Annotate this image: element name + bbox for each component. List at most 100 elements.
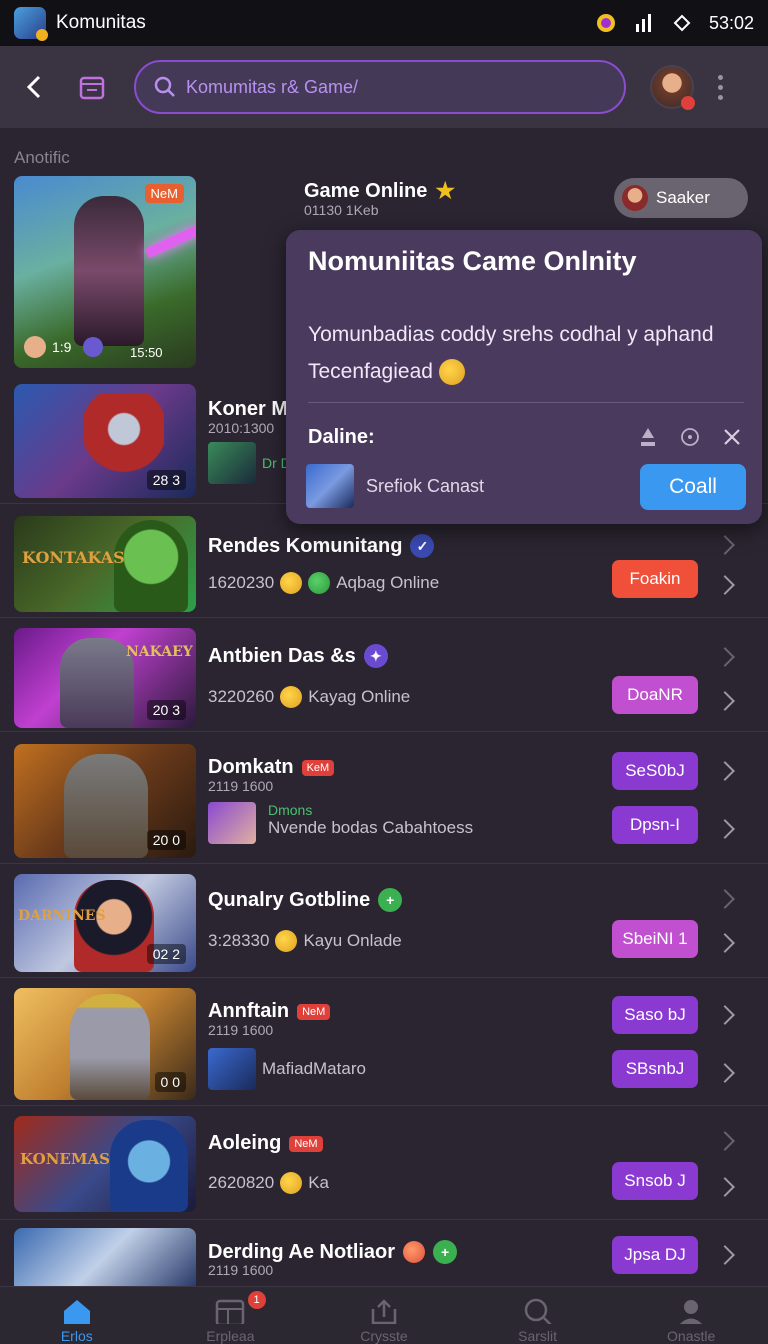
top-header xyxy=(0,46,768,128)
emoji-icon xyxy=(280,572,303,594)
popup-label: Daline: xyxy=(308,426,375,448)
emoji-icon xyxy=(403,1241,426,1263)
row-thumbnail: 20 0 xyxy=(14,744,196,858)
more-menu-button[interactable] xyxy=(716,74,724,100)
chevron-right-icon[interactable] xyxy=(715,933,735,953)
new-badge: NeM xyxy=(289,1135,323,1152)
plus-icon: + xyxy=(378,888,403,912)
chevron-right-icon[interactable] xyxy=(715,1177,735,1197)
nav-search[interactable]: Sarslit xyxy=(461,1287,615,1344)
row-meta-text: Aqbag Online xyxy=(336,573,440,592)
row-thumbnail: NAKAEY 20 3 xyxy=(14,628,196,728)
chevron-right-icon[interactable] xyxy=(715,1245,735,1265)
call-button[interactable]: Coall xyxy=(640,464,746,510)
calendar-icon xyxy=(79,76,105,100)
row-meta-text: Nvende bodas Cabahtoess xyxy=(268,818,474,837)
list-item[interactable]: Derding Ae Notliaor + 2119 1600 Jpsa DJ xyxy=(0,1220,768,1286)
info-icon[interactable] xyxy=(680,427,700,452)
row-title: Derding Ae Notliaor xyxy=(208,1240,396,1263)
featured-count: 1:9 xyxy=(52,339,72,355)
saaker-chip[interactable]: Saaker xyxy=(614,178,748,218)
row-action-button[interactable]: Jpsa DJ xyxy=(612,1236,698,1274)
row-action-button-2[interactable]: SBsnbJ xyxy=(612,1050,698,1088)
row-action-button[interactable]: SbeiNI 1 xyxy=(612,920,698,958)
chevron-right-icon[interactable] xyxy=(715,1131,735,1151)
user-thumbnail xyxy=(306,464,354,508)
popup-user-name: Srefiok Canast xyxy=(366,475,485,496)
calendar-button[interactable] xyxy=(78,73,106,101)
featured-thumbnail: NeM 1:9 15:50 xyxy=(14,176,196,368)
row-thumbnail xyxy=(14,1228,196,1286)
row-subtitle: 2119 1600 xyxy=(208,1262,274,1278)
row-meta-number: 3:28330 xyxy=(208,931,270,950)
new-badge: NeM xyxy=(144,184,184,203)
status-bar: Komunitas 53:02 xyxy=(0,0,768,46)
nav-home[interactable]: Erlos xyxy=(0,1287,154,1344)
row-title: Rendes Komunitang xyxy=(208,534,403,557)
row-action-button[interactable]: Snsob J xyxy=(612,1162,698,1200)
list-item[interactable]: 20 0 Domkatn KeM 2119 1600 Dmons Nvende … xyxy=(0,732,768,864)
close-icon[interactable] xyxy=(722,427,742,452)
row-action-button[interactable]: DoaNR xyxy=(612,676,698,714)
list-item[interactable]: DARNINES 02 2 Qunalry Gotbline + 3:28330… xyxy=(0,864,768,978)
verified-icon: ✦ xyxy=(363,644,388,668)
list-item[interactable]: 0 0 Annftain NeM 2119 1600 MafiadMataro … xyxy=(0,978,768,1106)
row-title: Aoleing xyxy=(208,1132,282,1154)
row-action-button-2[interactable]: Dpsn-I xyxy=(612,806,698,844)
row-thumbnail: 0 0 xyxy=(14,988,196,1100)
emoji-icon xyxy=(438,359,465,386)
search-bar[interactable] xyxy=(134,60,626,114)
row-meta-number: 1620230 xyxy=(208,573,275,592)
row-action-button[interactable]: Foakin xyxy=(612,560,698,598)
chevron-right-icon[interactable] xyxy=(715,647,735,667)
home-icon xyxy=(63,1300,90,1324)
notification-badge: 1 xyxy=(247,1291,266,1309)
nav-profile[interactable]: Onastle xyxy=(614,1287,768,1344)
emoji-icon xyxy=(308,572,331,594)
chevron-right-icon[interactable] xyxy=(715,1005,735,1025)
divider xyxy=(308,402,744,403)
row-action-button[interactable]: Saso bJ xyxy=(612,996,698,1034)
saaker-avatar xyxy=(622,185,648,211)
row-title: Qunalry Gotbline xyxy=(208,888,371,911)
popup-title: Nomuniitas Came Onlnity xyxy=(308,246,637,276)
chevron-right-icon[interactable] xyxy=(715,575,735,595)
list-item[interactable]: NAKAEY 20 3 Antbien Das &s ✦ 3220260 Kay… xyxy=(0,618,768,732)
row-meta-number: 3220260 xyxy=(208,687,275,706)
app-icon xyxy=(14,7,48,41)
row-meta-text: MafiadMataro xyxy=(262,1059,366,1078)
row-meta-text: Ka xyxy=(308,1173,329,1192)
emoji-icon xyxy=(280,686,303,708)
row-action-button[interactable]: SeS0bJ xyxy=(612,752,698,790)
row-meta-text: Kayu Onlade xyxy=(303,931,402,950)
sync-icon xyxy=(671,12,693,34)
nav-create[interactable]: Crysste xyxy=(307,1287,461,1344)
verified-icon: ✓ xyxy=(410,534,435,558)
row-subtitle: 2010:1300 xyxy=(208,420,275,436)
chevron-right-icon[interactable] xyxy=(715,761,735,781)
mini-thumbnail xyxy=(208,802,256,844)
saaker-label: Saaker xyxy=(656,188,710,207)
chevron-right-icon[interactable] xyxy=(715,819,735,839)
chevron-right-icon[interactable] xyxy=(715,889,735,909)
profile-icon xyxy=(680,1300,703,1324)
game-icon xyxy=(83,337,104,357)
star-icon: ★ xyxy=(435,178,456,203)
featured-label: 15:50 xyxy=(130,345,163,360)
row-subtitle: 2119 1600 xyxy=(208,778,274,794)
mini-thumbnail xyxy=(208,1048,256,1090)
upload-icon[interactable] xyxy=(638,426,658,453)
chevron-right-icon[interactable] xyxy=(715,1063,735,1083)
nav-explore[interactable]: 1 Erpleaa xyxy=(154,1287,308,1344)
chevron-right-icon[interactable] xyxy=(715,691,735,711)
avatar[interactable] xyxy=(650,65,695,110)
back-button[interactable] xyxy=(20,73,48,101)
chevron-right-icon[interactable] xyxy=(715,535,735,555)
list-item[interactable]: KONEMAS Aoleing NeM 2620820 Ka Snsob J xyxy=(0,1106,768,1220)
signal-icon xyxy=(633,12,655,34)
bottom-nav: Erlos 1 Erpleaa Crysste Sarslit Onastle xyxy=(0,1286,768,1344)
emoji-icon xyxy=(275,930,298,952)
search-input[interactable] xyxy=(186,76,586,98)
row-meta-number: 2620820 xyxy=(208,1173,275,1192)
row-title: Annftain xyxy=(208,1000,290,1022)
